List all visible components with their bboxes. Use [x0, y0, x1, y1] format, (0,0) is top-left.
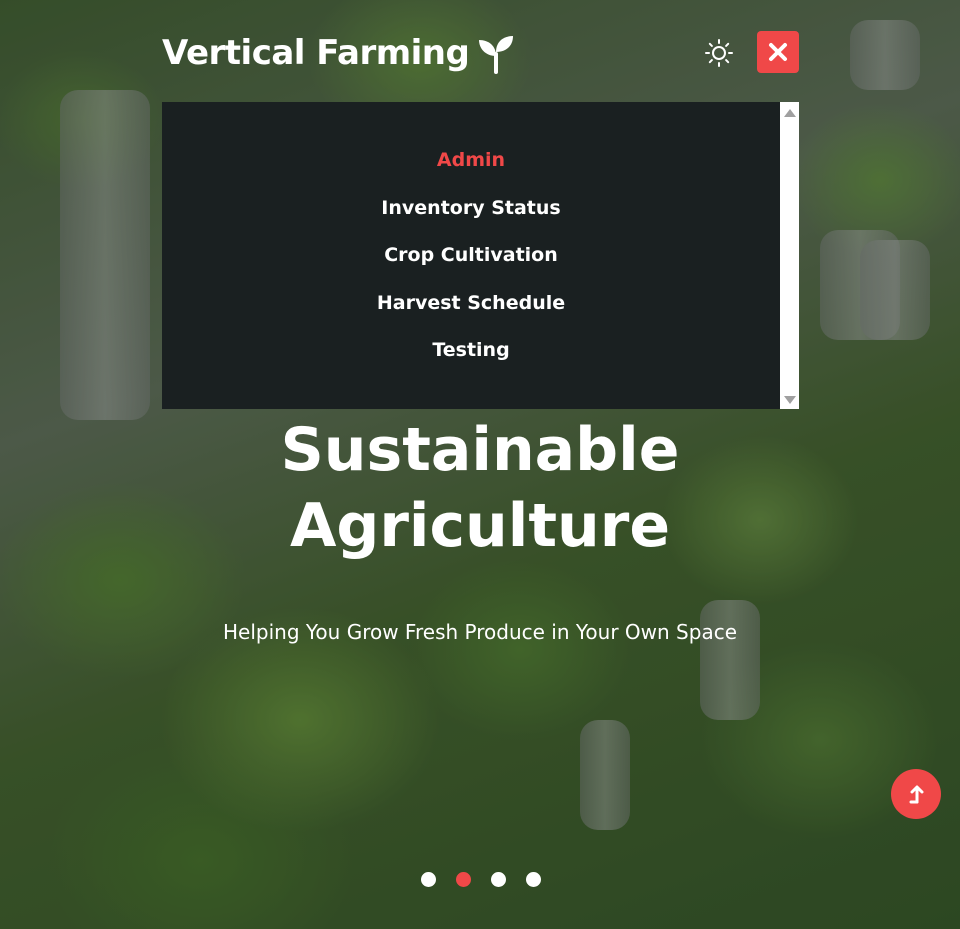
hero-title-line1: Sustainable	[280, 415, 680, 485]
logo-text: Vertical Farming	[162, 33, 470, 73]
scroll-up-arrow-icon[interactable]	[784, 109, 796, 117]
hero-title: Sustainable Agriculture	[0, 412, 960, 564]
scroll-down-arrow-icon[interactable]	[784, 396, 796, 404]
close-menu-button[interactable]	[757, 31, 799, 73]
nav-item-crop-cultivation[interactable]: Crop Cultivation	[162, 237, 780, 285]
nav-item-harvest-schedule[interactable]: Harvest Schedule	[162, 285, 780, 333]
theme-toggle-button[interactable]	[703, 37, 735, 69]
sun-icon	[705, 39, 733, 67]
sprout-icon	[479, 36, 514, 74]
nav-menu-list: Admin Inventory Status Crop Cultivation …	[162, 102, 780, 380]
site-logo[interactable]: Vertical Farming	[162, 32, 517, 74]
close-icon	[769, 43, 787, 61]
menu-scrollbar[interactable]	[780, 102, 799, 409]
carousel-indicators	[421, 872, 541, 887]
carousel-dot-1[interactable]	[421, 872, 436, 887]
arrow-up-icon	[909, 785, 924, 804]
carousel-dot-3[interactable]	[491, 872, 506, 887]
site-header: Vertical Farming	[162, 28, 799, 78]
nav-item-testing[interactable]: Testing	[162, 332, 780, 380]
carousel-dot-2[interactable]	[456, 872, 471, 887]
hero-title-line2: Agriculture	[289, 491, 671, 561]
hero-subtitle: Helping You Grow Fresh Produce in Your O…	[222, 620, 737, 644]
nav-item-admin[interactable]: Admin	[162, 142, 780, 190]
nav-item-inventory-status[interactable]: Inventory Status	[162, 190, 780, 238]
carousel-dot-4[interactable]	[526, 872, 541, 887]
nav-menu: Admin Inventory Status Crop Cultivation …	[162, 102, 780, 409]
scroll-to-top-button[interactable]	[891, 769, 941, 819]
